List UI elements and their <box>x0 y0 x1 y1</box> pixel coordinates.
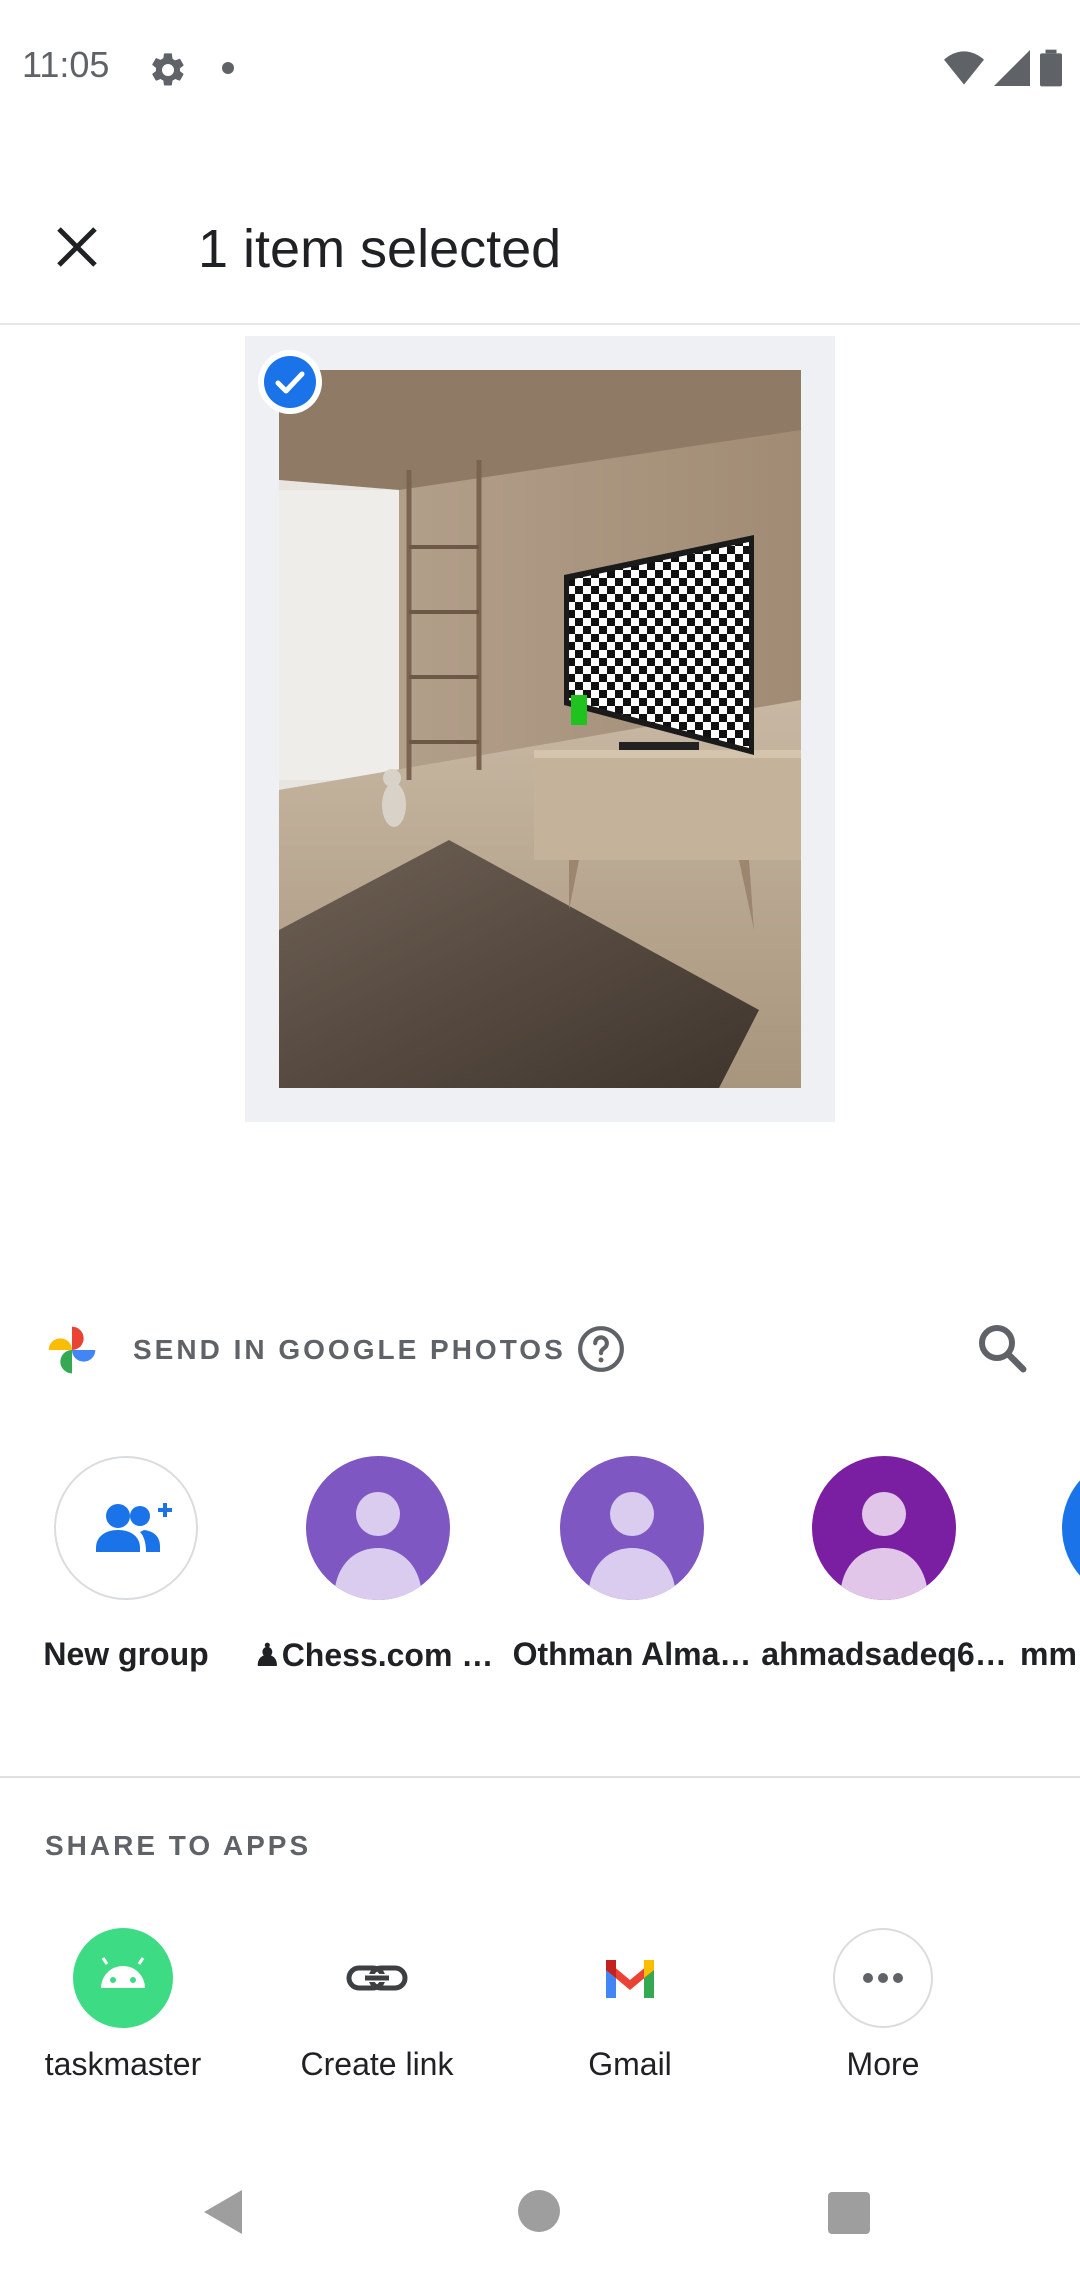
status-icons <box>944 48 1062 88</box>
close-button[interactable] <box>50 220 104 274</box>
help-icon[interactable] <box>576 1324 626 1374</box>
android-icon <box>73 1928 173 2028</box>
signal-icon <box>994 50 1030 86</box>
close-icon <box>57 227 97 267</box>
google-photos-label: SEND IN GOOGLE PHOTOS <box>133 1334 566 1365</box>
google-photos-logo-icon <box>44 1322 100 1378</box>
contact-name: New group <box>43 1636 209 1672</box>
section-divider <box>0 1776 1080 1778</box>
add-group-icon <box>54 1456 198 1600</box>
person-avatar-icon <box>306 1456 450 1600</box>
person-avatar-icon <box>1062 1456 1080 1600</box>
contact-new-group[interactable]: New group <box>1 1456 251 1673</box>
app-label: Gmail <box>588 2046 672 2082</box>
app-taskmaster[interactable]: taskmaster <box>0 1928 248 2083</box>
app-gmail[interactable]: Gmail <box>505 1928 755 2083</box>
search-icon[interactable] <box>972 1318 1032 1378</box>
gmail-icon <box>580 1928 680 2028</box>
app-more[interactable]: More <box>758 1928 1008 2083</box>
contact-name[interactable]: mm <box>1020 1636 1080 1673</box>
app-label: taskmaster <box>44 2046 202 2082</box>
contact-mm-avatar[interactable] <box>1062 1456 1080 1600</box>
notification-dot-icon <box>222 62 234 74</box>
nav-recents-button[interactable] <box>828 2192 870 2234</box>
contact-name: ♟Chess.com S… <box>253 1637 503 1673</box>
app-create-link[interactable]: Create link <box>252 1928 502 2083</box>
back-icon <box>204 2190 242 2234</box>
contact-name: Othman Alma… <box>512 1636 752 1672</box>
contact-name: ahmadsadeq6… <box>761 1636 1007 1672</box>
contact-ahmadsadeq[interactable]: ahmadsadeq6… <box>759 1456 1009 1673</box>
app-label: Create link <box>300 2046 454 2082</box>
app-label: More <box>846 2046 920 2082</box>
selected-check-icon[interactable] <box>258 350 322 414</box>
share-to-apps-title: SHARE TO APPS <box>45 1830 312 1861</box>
person-avatar-icon <box>560 1456 704 1600</box>
battery-icon <box>1040 49 1062 87</box>
page-title: 1 item selected <box>198 219 562 279</box>
link-icon <box>327 1928 427 2028</box>
status-time: 11:05 <box>22 44 110 85</box>
contact-othman[interactable]: Othman Alma… <box>507 1456 757 1673</box>
person-avatar-icon <box>812 1456 956 1600</box>
wifi-icon <box>944 51 984 85</box>
settings-gear-icon <box>148 50 188 90</box>
nav-back-button[interactable] <box>200 2188 244 2241</box>
header-divider <box>0 323 1080 325</box>
selected-photo-thumbnail[interactable] <box>279 370 801 1088</box>
more-icon <box>833 1928 933 2028</box>
nav-home-button[interactable] <box>518 2190 560 2232</box>
contact-chess[interactable]: ♟Chess.com S… <box>253 1456 503 1674</box>
